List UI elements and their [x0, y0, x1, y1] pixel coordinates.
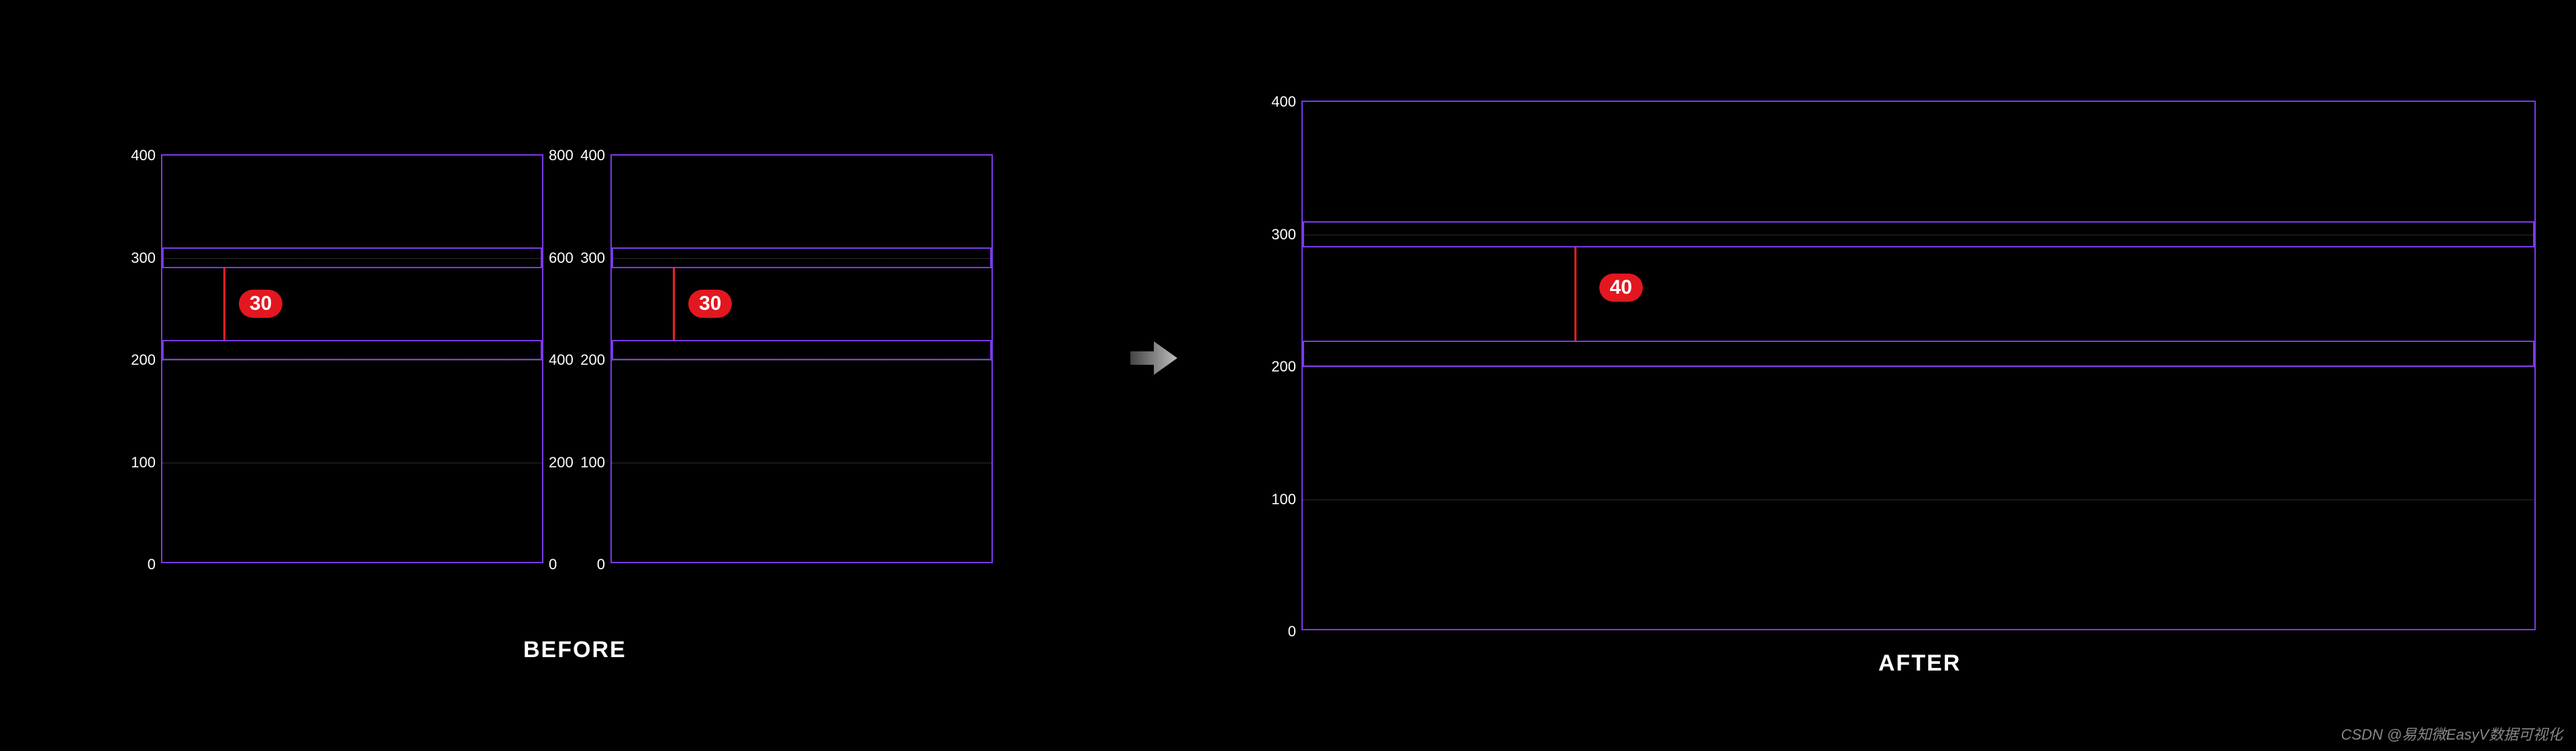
highlight-band [612, 247, 991, 268]
gap-marker-badge: 30 [239, 290, 282, 318]
y-left-tick: 300 [1256, 226, 1296, 243]
gap-marker-badge: 30 [688, 290, 732, 318]
y-left-tick: 400 [1256, 93, 1296, 111]
gap-marker-line [223, 268, 225, 340]
after-panel: 010020030040040 [1301, 101, 2536, 630]
gap-marker-line [673, 268, 675, 340]
y-left-tick: 100 [115, 454, 156, 471]
arrow-icon [1130, 341, 1177, 375]
before-caption: BEFORE [523, 637, 627, 663]
y-left-tick: 100 [1256, 491, 1296, 508]
watermark: CSDN @易知微EasyV数据可视化 [2341, 723, 2563, 744]
highlight-band [1303, 221, 2534, 248]
highlight-band [1303, 341, 2534, 367]
y-left-tick: 200 [565, 351, 605, 369]
grid-line [162, 360, 542, 361]
y-left-tick: 0 [565, 556, 605, 573]
highlight-band [612, 340, 991, 361]
gap-marker-badge: 40 [1599, 274, 1643, 302]
y-left-tick: 300 [565, 249, 605, 267]
highlight-band [162, 340, 542, 361]
highlight-band [162, 247, 542, 268]
grid-line [612, 360, 991, 361]
y-left-tick: 200 [115, 351, 156, 369]
after-caption: AFTER [1878, 650, 1961, 677]
y-left-tick: 0 [115, 556, 156, 573]
y-left-tick: 400 [565, 147, 605, 164]
y-left-tick: 200 [1256, 358, 1296, 376]
y-left-tick: 100 [565, 454, 605, 471]
y-left-tick: 0 [1256, 623, 1296, 640]
y-left-tick: 300 [115, 249, 156, 267]
before-panel-1: 0100200300400020040060080030 [161, 154, 543, 563]
before-panel-2: 010020030040030 [610, 154, 993, 563]
gap-marker-line [1574, 247, 1576, 340]
y-left-tick: 400 [115, 147, 156, 164]
